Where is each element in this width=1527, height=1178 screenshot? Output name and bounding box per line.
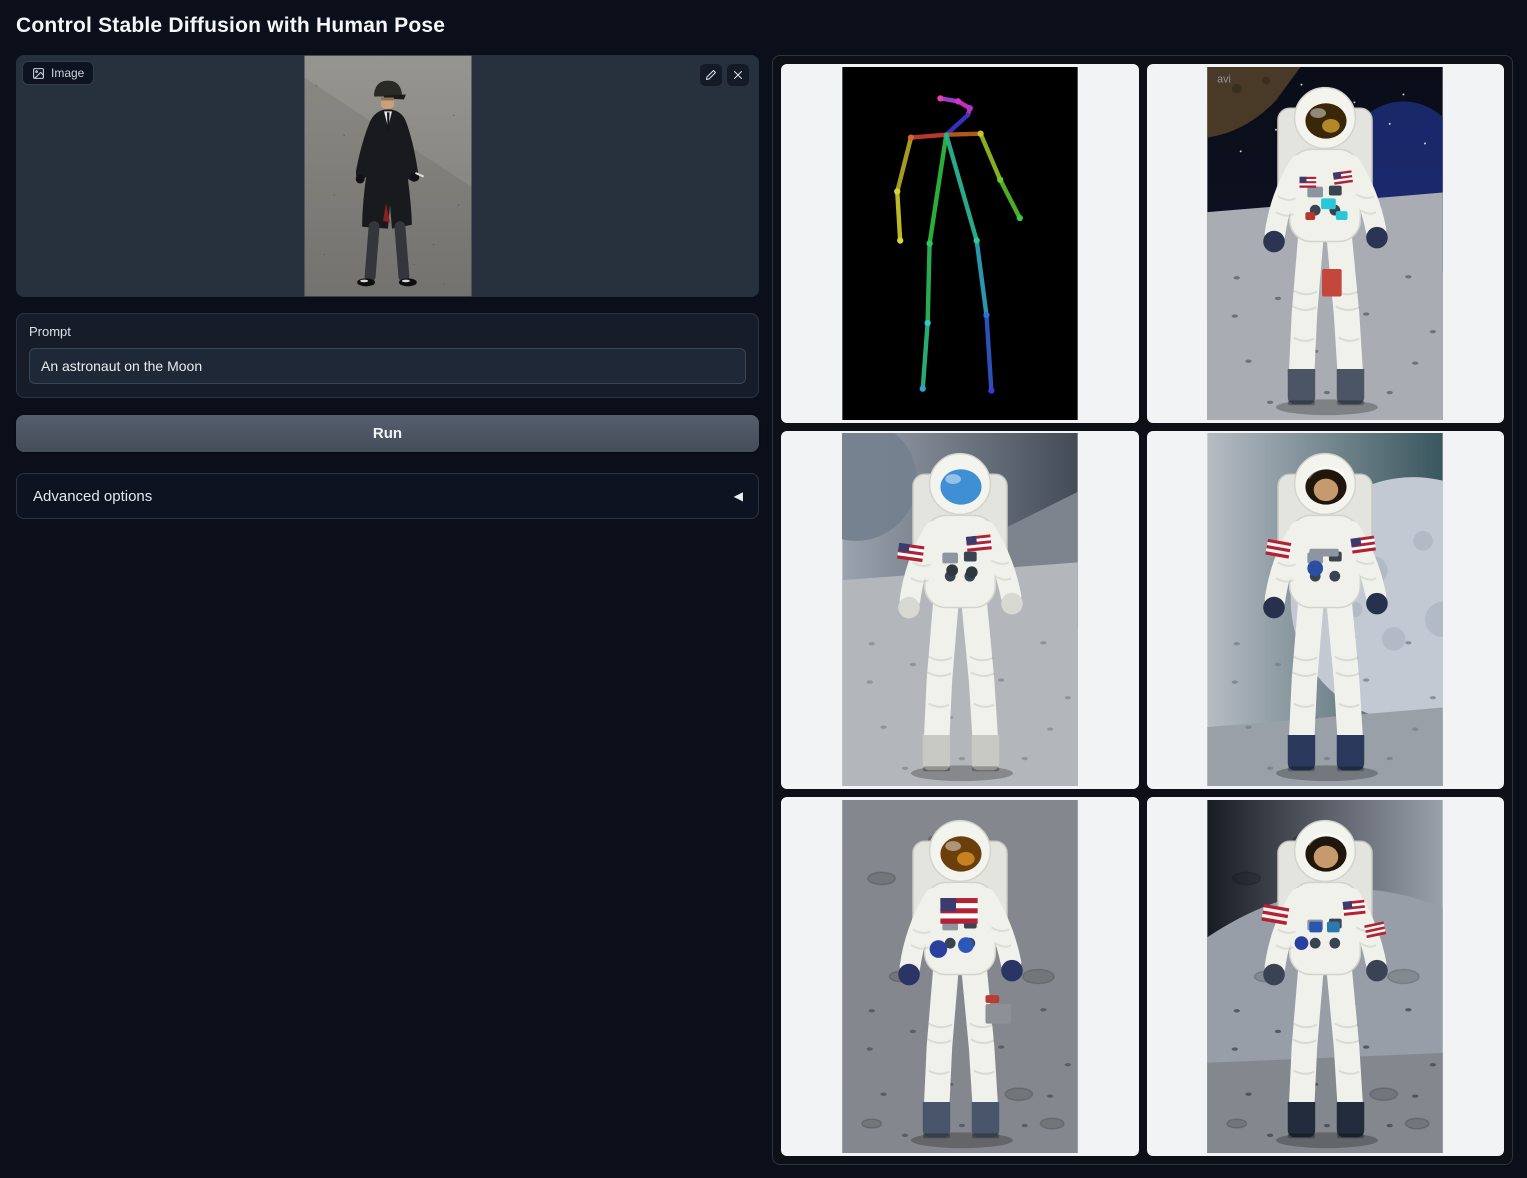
image-label-chip: Image — [22, 61, 94, 85]
input-image-panel: Image — [16, 55, 759, 297]
gallery-item-3[interactable] — [781, 431, 1139, 790]
image-actions — [700, 64, 749, 86]
result-4-image — [842, 800, 1078, 1153]
close-icon — [732, 69, 744, 81]
gallery-item-6[interactable] — [1147, 797, 1505, 1156]
prompt-panel: Prompt — [16, 313, 759, 398]
result-3-image — [1207, 433, 1443, 786]
input-image-preview — [304, 55, 471, 297]
pencil-icon — [705, 69, 717, 81]
output-gallery: avi — [772, 55, 1513, 1165]
run-button[interactable]: Run — [16, 415, 759, 452]
advanced-options-label: Advanced options — [33, 488, 152, 505]
gallery-item-2[interactable]: avi — [1147, 64, 1505, 423]
main-layout: Image Prompt Run Adv — [16, 55, 1513, 1165]
gallery-item-5[interactable] — [781, 797, 1139, 1156]
page-title: Control Stable Diffusion with Human Pose — [16, 14, 1513, 38]
result-2-image — [842, 433, 1078, 786]
edit-image-button[interactable] — [700, 64, 722, 86]
gallery-item-4[interactable] — [1147, 431, 1505, 790]
gallery-item-1[interactable] — [781, 64, 1139, 423]
prompt-label: Prompt — [29, 324, 746, 339]
pose-skeleton-image — [842, 67, 1078, 420]
gallery-watermark: avi — [1217, 74, 1231, 86]
image-label: Image — [51, 66, 84, 80]
result-5-image — [1207, 800, 1443, 1153]
image-icon — [32, 67, 45, 80]
prompt-input[interactable] — [29, 348, 746, 384]
advanced-options-accordion[interactable]: Advanced options ◀ — [16, 473, 759, 519]
clear-image-button[interactable] — [727, 64, 749, 86]
left-column: Image Prompt Run Adv — [16, 55, 759, 519]
input-photo-image — [304, 55, 471, 297]
accordion-arrow-icon: ◀ — [734, 489, 743, 503]
result-1-image: avi — [1207, 67, 1443, 420]
